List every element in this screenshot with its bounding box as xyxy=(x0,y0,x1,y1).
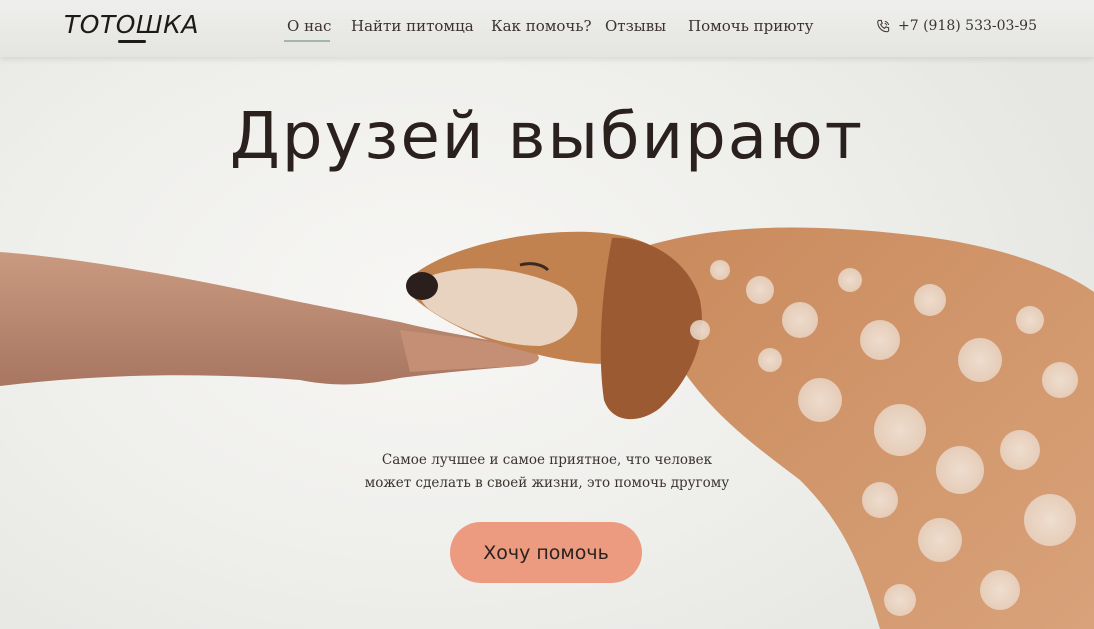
nav-item-how-to-help[interactable]: Как помочь? xyxy=(491,17,605,35)
logo-underline-mark xyxy=(118,40,146,43)
want-to-help-button[interactable]: Хочу помочь xyxy=(450,522,642,583)
hero-title: Друзей выбирают xyxy=(229,100,865,174)
nav-item-find-pet[interactable]: Найти питомца xyxy=(351,17,491,35)
hero-subtitle: Самое лучшее и самое приятное, что челов… xyxy=(297,449,797,495)
hero-subtitle-line-1: Самое лучшее и самое приятное, что челов… xyxy=(381,452,713,468)
site-logo[interactable]: ТОТОШКА xyxy=(64,10,199,43)
phone-number: +7 (918) 533-03-95 xyxy=(898,18,1037,34)
nav-item-reviews[interactable]: Отзывы xyxy=(605,17,688,35)
hero-subtitle-line-2: может сделать в своей жизни, это помочь … xyxy=(364,475,730,491)
main-nav: О нас Найти питомца Как помочь? Отзывы П… xyxy=(284,17,818,42)
phone-icon xyxy=(877,19,890,32)
site-header: ТОТОШКА О нас Найти питомца Как помочь? … xyxy=(0,0,1094,57)
logo-text: ТОТОШКА xyxy=(64,10,199,39)
nav-item-about[interactable]: О нас xyxy=(284,17,351,42)
nav-item-help-shelter[interactable]: Помочь приюту xyxy=(688,17,818,35)
phone-link[interactable]: +7 (918) 533-03-95 xyxy=(876,18,1037,34)
